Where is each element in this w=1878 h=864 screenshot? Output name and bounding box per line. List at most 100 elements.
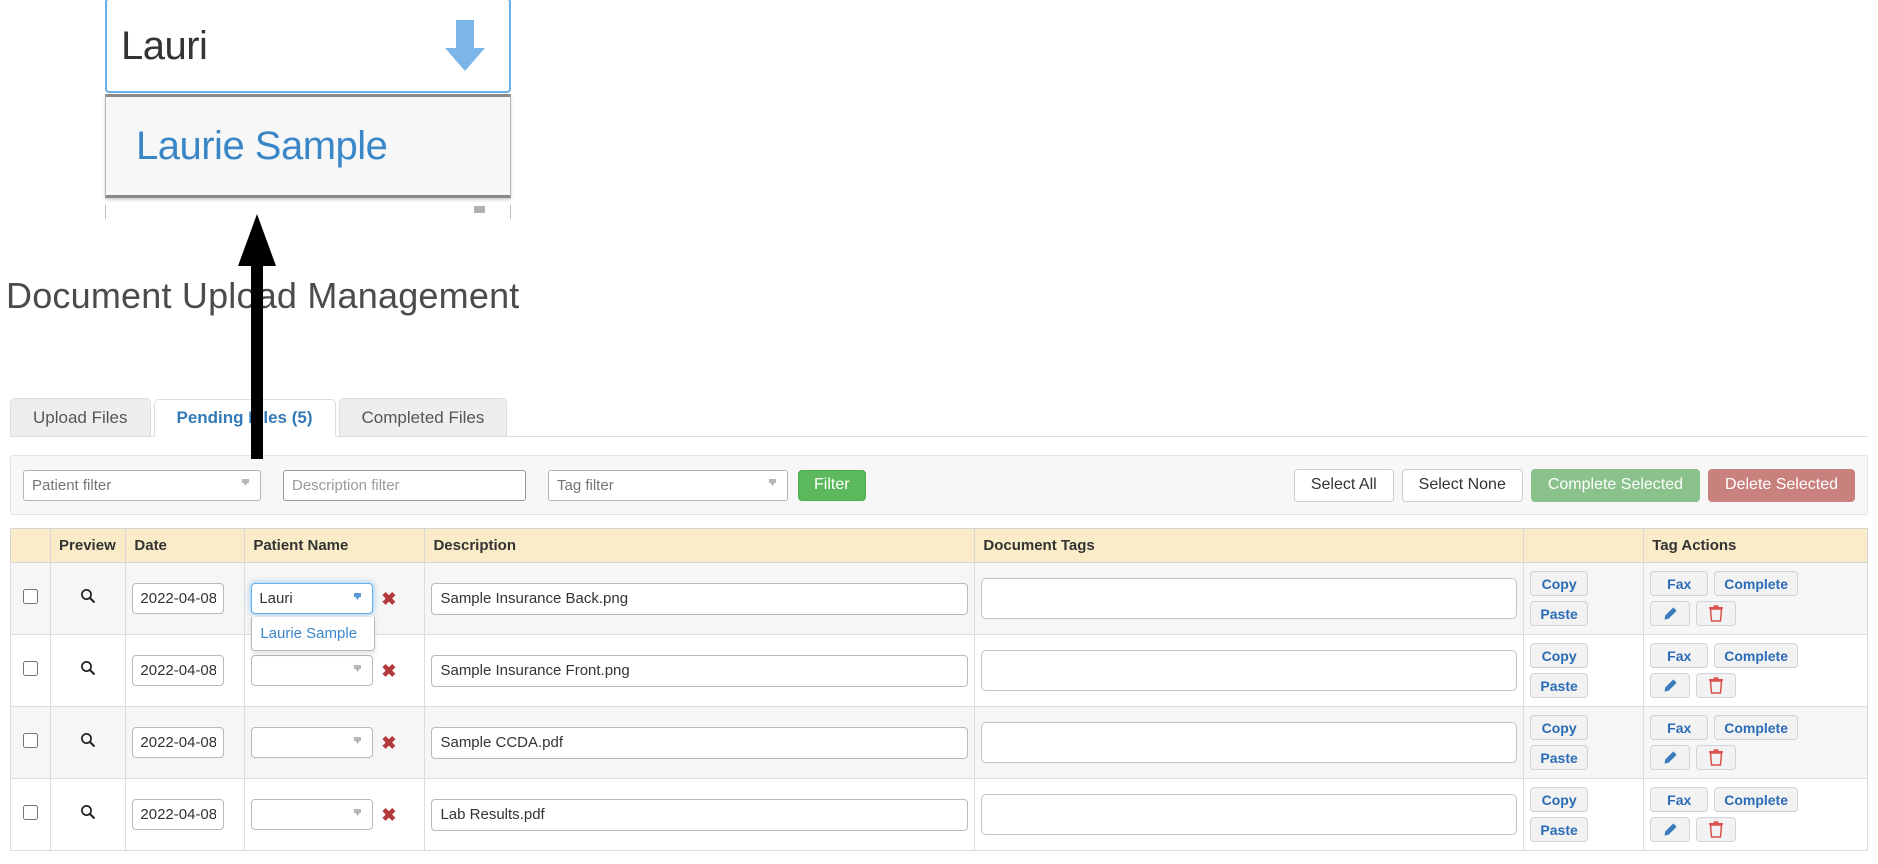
patient-autocomplete-option[interactable]: Laurie Sample	[252, 623, 374, 644]
row-select-cell	[9, 706, 52, 779]
column-header-date: Date	[125, 528, 246, 563]
description-cell	[424, 562, 976, 635]
magnifier-icon[interactable]	[80, 804, 96, 825]
tab-upload-files[interactable]: Upload Files	[10, 398, 151, 436]
tab-completed-files[interactable]: Completed Files	[338, 398, 508, 436]
preview-cell	[50, 778, 127, 851]
copy-paste-cell: Copy Paste	[1523, 778, 1645, 851]
fax-button[interactable]: Fax	[1650, 571, 1709, 596]
copy-button[interactable]: Copy	[1530, 715, 1589, 740]
complete-button[interactable]: Complete	[1714, 715, 1799, 740]
tag-actions-row-top: Fax Complete	[1650, 715, 1861, 740]
description-input[interactable]	[431, 582, 969, 615]
patient-select-wrap: ✖	[251, 655, 418, 686]
date-input[interactable]	[132, 799, 225, 830]
filter-button[interactable]: Filter	[798, 469, 866, 501]
delete-selected-button[interactable]: Delete Selected	[1708, 468, 1855, 502]
upward-pointer-arrow-icon	[236, 214, 278, 459]
complete-button[interactable]: Complete	[1714, 787, 1799, 812]
description-cell	[424, 634, 976, 707]
red-x-icon[interactable]: ✖	[381, 590, 396, 608]
copy-paste-stack: Copy Paste	[1530, 571, 1637, 626]
description-filter-input[interactable]	[283, 469, 526, 501]
copy-paste-cell: Copy Paste	[1523, 562, 1645, 635]
tag-filter-wrap	[548, 469, 788, 501]
patient-select[interactable]	[251, 799, 374, 830]
tag-actions-cell: Fax Complete	[1643, 634, 1868, 707]
tag-actions-row-top: Fax Complete	[1650, 571, 1861, 596]
complete-selected-button[interactable]: Complete Selected	[1530, 468, 1701, 502]
patient-select-wrap: ✖ Laurie Sample	[251, 583, 418, 651]
description-input[interactable]	[431, 654, 969, 687]
arrow-down-icon[interactable]	[443, 19, 487, 72]
fax-button[interactable]: Fax	[1650, 715, 1709, 740]
pencil-icon[interactable]	[1650, 673, 1691, 698]
table-head: Preview Date Patient Name Description Do…	[9, 528, 1868, 563]
description-input[interactable]	[431, 726, 969, 759]
paste-button[interactable]: Paste	[1530, 817, 1589, 842]
document-tags-input[interactable]	[981, 722, 1518, 763]
resize-grip-icon[interactable]	[474, 206, 485, 213]
complete-button[interactable]: Complete	[1714, 571, 1799, 596]
date-input[interactable]	[132, 727, 225, 758]
pencil-icon[interactable]	[1650, 745, 1691, 770]
row-select-checkbox[interactable]	[23, 804, 39, 820]
complete-button[interactable]: Complete	[1714, 643, 1799, 668]
magnifier-icon[interactable]	[80, 732, 96, 753]
document-tags-input[interactable]	[981, 650, 1518, 691]
magnified-callout: Lauri Laurie Sample	[105, 0, 511, 219]
column-header-patient-name: Patient Name	[244, 528, 426, 563]
magnifier-icon[interactable]	[80, 660, 96, 681]
date-input[interactable]	[132, 655, 225, 686]
select-all-button[interactable]: Select All	[1293, 468, 1394, 502]
pencil-icon[interactable]	[1650, 817, 1691, 842]
trash-icon[interactable]	[1696, 601, 1737, 626]
paste-button[interactable]: Paste	[1530, 601, 1589, 626]
date-cell	[125, 562, 246, 635]
fax-button[interactable]: Fax	[1650, 643, 1709, 668]
column-header-document-tags: Document Tags	[974, 528, 1525, 563]
patient-filter-select[interactable]	[23, 469, 261, 501]
trash-icon[interactable]	[1696, 673, 1737, 698]
column-header-tag-actions: Tag Actions	[1643, 528, 1868, 563]
row-select-checkbox[interactable]	[23, 660, 39, 676]
document-tags-input[interactable]	[981, 578, 1518, 619]
copy-button[interactable]: Copy	[1530, 643, 1589, 668]
preview-cell	[50, 634, 127, 707]
red-x-icon[interactable]: ✖	[381, 734, 396, 752]
paste-button[interactable]: Paste	[1530, 673, 1589, 698]
patient-select-box	[251, 655, 374, 686]
row-select-checkbox[interactable]	[23, 732, 39, 748]
date-cell	[125, 778, 246, 851]
paste-button[interactable]: Paste	[1530, 745, 1589, 770]
patient-select[interactable]	[251, 583, 374, 614]
magnifier-icon[interactable]	[80, 588, 96, 609]
copy-button[interactable]: Copy	[1530, 571, 1589, 596]
callout-patient-select[interactable]: Lauri	[105, 0, 511, 93]
select-none-button[interactable]: Select None	[1401, 468, 1523, 502]
document-tags-input[interactable]	[981, 794, 1518, 835]
preview-cell	[50, 706, 127, 779]
red-x-icon[interactable]: ✖	[381, 662, 396, 680]
row-select-checkbox[interactable]	[23, 588, 39, 604]
patient-select[interactable]	[251, 727, 374, 758]
tag-filter-select[interactable]	[548, 469, 788, 501]
fax-button[interactable]: Fax	[1650, 787, 1709, 812]
filter-toolbar: Filter Select All Select None Complete S…	[10, 455, 1868, 515]
patient-select-box	[251, 727, 374, 758]
copy-button[interactable]: Copy	[1530, 787, 1589, 812]
pencil-icon[interactable]	[1650, 601, 1691, 626]
patient-select[interactable]	[251, 655, 374, 686]
copy-paste-cell: Copy Paste	[1523, 706, 1645, 779]
patient-select-wrap: ✖	[251, 727, 418, 758]
callout-dropdown-option[interactable]: Laurie Sample	[136, 124, 388, 169]
description-cell	[424, 706, 976, 779]
description-input[interactable]	[431, 798, 969, 831]
tag-actions-cell: Fax Complete	[1643, 706, 1868, 779]
date-input[interactable]	[132, 583, 225, 614]
trash-icon[interactable]	[1696, 745, 1737, 770]
trash-icon[interactable]	[1696, 817, 1737, 842]
document-tags-cell	[974, 778, 1525, 851]
column-header-preview: Preview	[50, 528, 127, 563]
red-x-icon[interactable]: ✖	[381, 806, 396, 824]
